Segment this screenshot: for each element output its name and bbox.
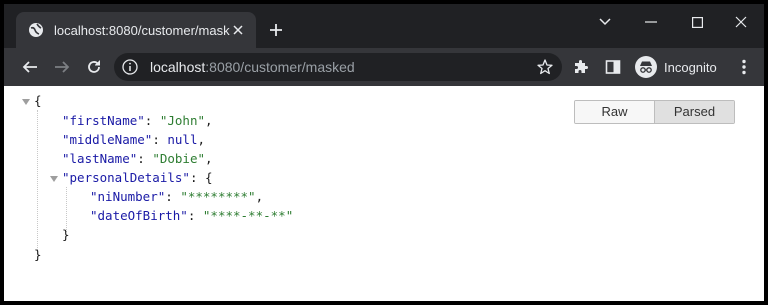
- json-field-ninumber: "niNumber": "********",: [90, 189, 264, 204]
- browser-window: localhost:8080/customer/masked localhost…: [4, 4, 764, 301]
- url-path: :8080/customer/masked: [205, 59, 355, 75]
- bookmark-star-icon[interactable]: [536, 58, 554, 76]
- site-info-icon[interactable]: [122, 59, 138, 75]
- forward-arrow-icon[interactable]: [50, 55, 74, 79]
- address-bar[interactable]: localhost:8080/customer/masked: [114, 53, 562, 81]
- tab-search-chevron-down-icon[interactable]: [582, 4, 628, 40]
- toolbar: localhost:8080/customer/masked Incognito: [4, 48, 764, 86]
- indent-guide: [37, 110, 38, 254]
- tab-strip: localhost:8080/customer/masked: [4, 4, 764, 48]
- parsed-button[interactable]: Parsed: [654, 101, 734, 123]
- globe-icon: [28, 22, 44, 38]
- back-arrow-icon[interactable]: [18, 55, 42, 79]
- raw-button[interactable]: Raw: [575, 101, 654, 123]
- json-field-middlename: "middleName": null,: [62, 132, 206, 147]
- json-field-lastname: "lastName": "Dobie",: [62, 151, 213, 166]
- page-content: { "firstName": "John", "middleName": nul…: [4, 86, 764, 301]
- incognito-icon[interactable]: [635, 56, 657, 78]
- close-tab-icon[interactable]: [230, 22, 246, 38]
- url-host: localhost: [150, 59, 206, 75]
- json-field-firstname: "firstName": "John",: [62, 113, 213, 128]
- json-field-dateofbirth: "dateOfBirth": "****-**-**": [90, 208, 294, 223]
- url-text: localhost:8080/customer/masked: [150, 59, 536, 75]
- json-field-personaldetails: "personalDetails": {: [62, 170, 213, 185]
- json-personal-close: }: [62, 227, 70, 242]
- json-root-open: {: [34, 93, 42, 108]
- new-tab-button[interactable]: [266, 20, 286, 40]
- collapse-root-triangle-icon[interactable]: [22, 99, 30, 105]
- incognito-label: Incognito: [664, 60, 717, 75]
- side-panel-icon[interactable]: [601, 55, 625, 79]
- close-window-button[interactable]: [718, 4, 764, 40]
- active-tab[interactable]: localhost:8080/customer/masked: [16, 12, 256, 48]
- menu-kebab-icon[interactable]: [732, 55, 756, 79]
- collapse-personal-details-triangle-icon[interactable]: [50, 176, 58, 182]
- extensions-puzzle-icon[interactable]: [569, 55, 593, 79]
- maximize-button[interactable]: [674, 4, 720, 40]
- minimize-button[interactable]: [628, 4, 674, 40]
- json-root-close: }: [34, 247, 42, 262]
- tab-title: localhost:8080/customer/masked: [54, 22, 230, 38]
- reload-icon[interactable]: [82, 55, 106, 79]
- view-mode-toggle: Raw Parsed: [574, 100, 735, 124]
